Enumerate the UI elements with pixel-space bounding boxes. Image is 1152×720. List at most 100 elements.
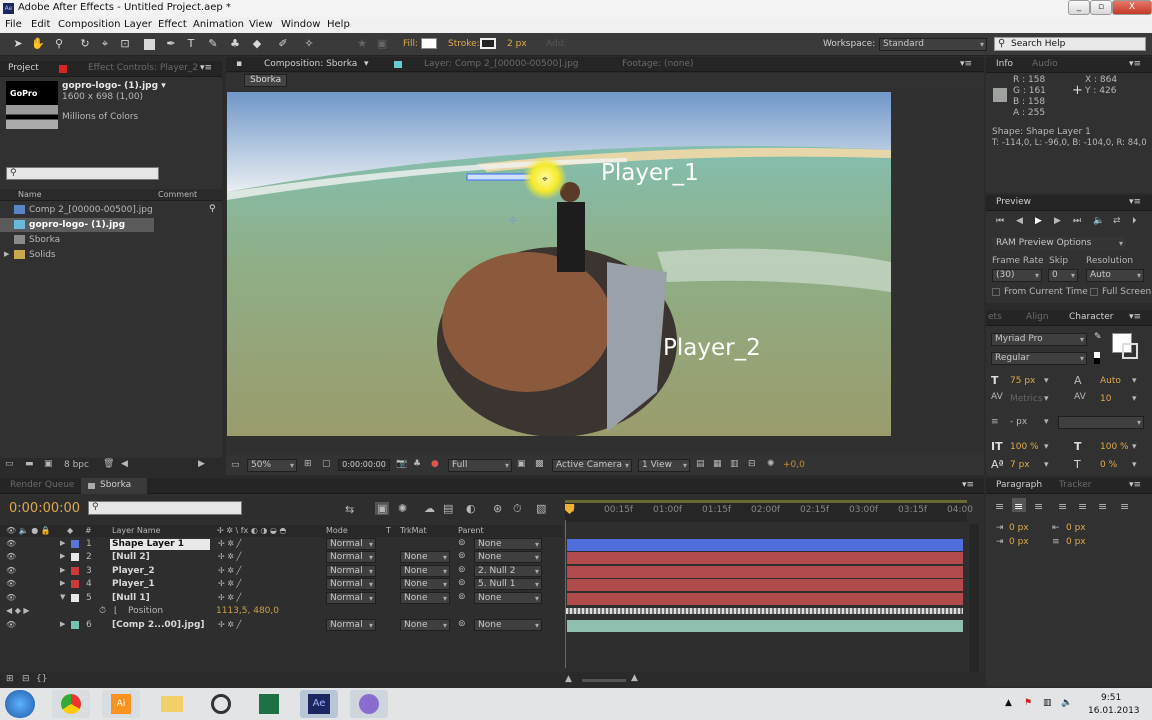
delete-icon[interactable]: 🗑 <box>103 459 114 469</box>
pick-whip-icon[interactable]: ⊚ <box>458 551 466 561</box>
exposure-value[interactable]: +0,0 <box>783 460 805 470</box>
column-parent[interactable]: Parent <box>458 526 484 535</box>
first-line-indent-value[interactable]: 0 px <box>1009 537 1029 547</box>
type-tool-icon[interactable]: T <box>184 37 198 51</box>
layer-switches-icon[interactable]: ✢ ✲ ╱ <box>218 579 241 588</box>
draft-3d-icon[interactable]: ✺ <box>398 502 407 515</box>
tab-layer[interactable]: Layer: Comp 2_[00000-00500].jpg <box>424 59 579 69</box>
layer-row[interactable]: 👁 ▶ 1 Shape Layer 1 ✢ ✲ ╱ Normal ⊚ None <box>0 538 563 551</box>
skip-select[interactable]: 0 <box>1048 269 1078 282</box>
project-item[interactable]: Comp 2_[00000-00500].jpg ⚲ <box>0 203 222 217</box>
visibility-icon[interactable]: 👁 <box>6 593 16 602</box>
clock-date[interactable]: 16.01.2013 <box>1088 706 1140 716</box>
menu-layer[interactable]: Layer <box>124 19 152 30</box>
layer-trkmat-select[interactable]: None <box>400 592 450 604</box>
twirl-arrow-icon[interactable]: ▼ <box>60 593 65 601</box>
layer-switches-icon[interactable]: ✢ ✲ ╱ <box>218 620 241 629</box>
column-trkmat[interactable]: TrkMat <box>400 526 427 535</box>
menu-help[interactable]: Help <box>327 19 350 30</box>
eraser-tool-icon[interactable]: ◆ <box>250 37 264 51</box>
transparency-grid-icon[interactable]: ▩ <box>535 459 544 469</box>
baseline-shift-value[interactable]: 7 px <box>1010 460 1030 470</box>
bpc-label[interactable]: 8 bpc <box>64 460 89 470</box>
last-frame-icon[interactable]: ⏭ <box>1073 216 1081 226</box>
justify-all-icon[interactable]: ≡ <box>1120 500 1129 513</box>
zoom-in-icon[interactable]: ▲ <box>631 673 638 683</box>
expand-arrow-icon[interactable]: ▶ <box>4 250 9 258</box>
layer-trkmat-select[interactable]: None <box>400 619 450 631</box>
position-value[interactable]: 1113,5, 480,0 <box>216 606 279 616</box>
audio-icon[interactable]: 🔈 <box>1093 216 1104 226</box>
time-zoom-slider[interactable] <box>582 679 626 682</box>
panel-menu-icon[interactable]: ▾≡ <box>1129 197 1141 207</box>
layer-row[interactable]: 👁 ▼ 5 [Null 1] ✢ ✲ ╱ Normal None ⊚ None <box>0 592 563 605</box>
live-update-icon[interactable]: ▣ <box>375 502 390 515</box>
layer-parent-select[interactable]: None <box>474 551 542 563</box>
property-row[interactable]: ◀ ◆ ▶ ⏱ ⌊ Position 1113,5, 480,0 <box>0 605 563 618</box>
twirl-arrow-icon[interactable]: ▶ <box>60 566 65 574</box>
zoom-select[interactable]: 50% <box>247 459 297 472</box>
tab-effects[interactable]: ets <box>988 312 1002 322</box>
column-layer-name[interactable]: Layer Name <box>112 526 160 535</box>
expand-stretch-icon[interactable]: {} <box>36 674 47 684</box>
comp-flowchart-icon[interactable]: ▥ <box>730 459 739 469</box>
layer-parent-select[interactable]: 2. Null 2 <box>474 565 542 577</box>
clock-time[interactable]: 9:51 <box>1101 693 1121 703</box>
selected-file-name[interactable]: gopro-logo- (1).jpg ▾ <box>62 81 166 91</box>
label-color-swatch[interactable] <box>71 621 79 629</box>
panel-menu-icon[interactable]: ▾≡ <box>200 63 212 73</box>
show-hidden-icons-icon[interactable]: ▲ <box>1005 698 1012 708</box>
taskbar-app2[interactable] <box>350 690 388 718</box>
layer-row[interactable]: 👁 ▶ 4 Player_1 ✢ ✲ ╱ Normal None ⊚ 5. Null 1 <box>0 578 563 591</box>
taskbar-explorer[interactable] <box>152 690 190 718</box>
layer-parent-select[interactable]: None <box>474 592 542 604</box>
stroke-color-swatch[interactable] <box>1122 343 1138 359</box>
frame-rate-select[interactable]: (30) <box>992 269 1042 282</box>
time-ruler[interactable]: 0f 00:15f 01:00f 01:15f 02:00f 02:15f 03… <box>565 500 973 522</box>
visibility-icon[interactable]: 👁 <box>6 579 16 588</box>
tab-info[interactable]: Info <box>996 59 1013 69</box>
volume-icon[interactable]: 🔈 <box>1061 698 1072 708</box>
tsume-dropdown-icon[interactable]: ▾ <box>1132 460 1137 470</box>
timeline-timecode[interactable]: 0:00:00:00 <box>9 501 80 516</box>
timeline-search-input[interactable]: ⚲ <box>88 501 242 515</box>
layer-row[interactable]: 👁 ▶ 2 [Null 2] ✢ ✲ ╱ Normal None ⊚ None <box>0 551 563 564</box>
tab-character[interactable]: Character <box>1069 312 1113 322</box>
twirl-arrow-icon[interactable]: ▶ <box>60 579 65 587</box>
snapshot-icon[interactable]: 📷 <box>396 459 407 469</box>
panel-menu-icon[interactable]: ▾≡ <box>962 480 974 490</box>
visibility-icon[interactable]: 👁 <box>6 620 16 629</box>
tab-paragraph[interactable]: Paragraph <box>996 480 1042 490</box>
maximize-button[interactable]: ▫ <box>1090 0 1112 15</box>
expand-switches-icon[interactable]: ⊞ <box>6 674 14 684</box>
menu-composition[interactable]: Composition <box>58 19 120 30</box>
taskbar-excel[interactable] <box>250 690 288 718</box>
exposure-icon[interactable]: ✺ <box>767 459 775 469</box>
clone-stamp-tool-icon[interactable]: ♣ <box>228 37 242 51</box>
font-family-select[interactable]: Myriad Pro <box>991 333 1087 346</box>
start-button[interactable] <box>5 690 35 718</box>
indent-left-value[interactable]: 0 px <box>1009 523 1029 533</box>
layer-parent-select[interactable]: None <box>474 619 542 631</box>
tab-project[interactable]: Project <box>8 63 39 73</box>
breadcrumb[interactable]: Sborka <box>244 74 288 87</box>
network-icon[interactable]: ▥ <box>1043 698 1052 708</box>
tracking-dropdown-icon[interactable]: ▾ <box>1132 394 1137 404</box>
column-mode[interactable]: Mode <box>326 526 348 535</box>
puppet-pin-tool-icon[interactable]: ✧ <box>302 37 316 51</box>
layer-duration-bar[interactable] <box>567 620 963 632</box>
tab-sborka-timeline[interactable]: Sborka <box>100 480 131 490</box>
stroke-style-select[interactable] <box>1058 416 1144 429</box>
camera-select[interactable]: Active Camera <box>552 459 632 472</box>
taskbar-app[interactable] <box>202 690 240 718</box>
rectangle-tool-icon[interactable] <box>144 39 155 50</box>
timeline-icon[interactable]: ▦ <box>713 459 722 469</box>
menu-window[interactable]: Window <box>281 19 320 30</box>
zoom-tool-icon[interactable]: ⚲ <box>52 37 66 51</box>
rotate-tool-icon[interactable]: ↻ <box>78 37 92 51</box>
font-size-dropdown-icon[interactable]: ▾ <box>1044 376 1049 386</box>
brush-tool-icon[interactable]: ✎ <box>206 37 220 51</box>
comp-frame[interactable]: ⌖ ✢ Player_1 Player_2 <box>227 92 891 436</box>
new-folder-icon[interactable]: ▬ <box>25 459 34 469</box>
pick-whip-icon[interactable]: ⊚ <box>458 578 466 588</box>
